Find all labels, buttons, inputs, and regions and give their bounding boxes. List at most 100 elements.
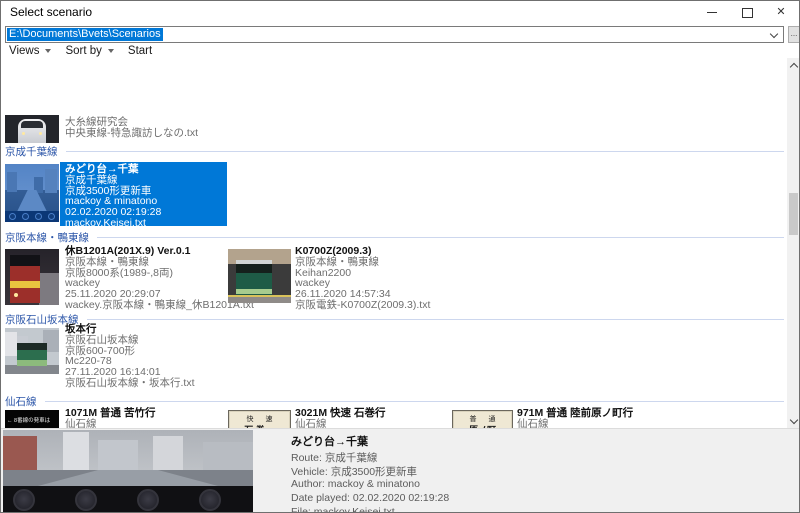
sort-by-label: Sort by <box>65 45 101 57</box>
chevron-up-icon <box>789 62 797 70</box>
titlebar[interactable]: Select scenario ✕ <box>1 1 799 24</box>
tram-body-art <box>17 350 47 360</box>
scenario-item-sakamoto[interactable]: 坂本行 京阪石山坂本線 京阪600-700形 Mc220-78 27.11.20… <box>65 324 195 389</box>
thumbnail-futsu-sign[interactable]: 普 通 陸前原ノ町ゆき 9・07発 <box>452 410 513 428</box>
address-input-value[interactable]: E:\Documents\Bvets\Scenarios <box>7 28 163 41</box>
thumbnail-oito-line[interactable] <box>5 115 59 143</box>
item-file: wackey.京阪本線・鴨東線_休B1201A.txt <box>65 300 254 311</box>
scrollbar-down-button[interactable] <box>787 413 800 428</box>
scenario-preview-image <box>3 430 253 513</box>
item-file: 京阪電鉄-K0700Z(2009.3).txt <box>295 300 430 311</box>
views-menu-button[interactable]: Views <box>9 45 51 57</box>
selection-tint-overlay <box>5 164 59 222</box>
maximize-button[interactable] <box>730 1 764 24</box>
headlight-art <box>14 293 18 297</box>
window-band-art <box>17 343 47 350</box>
building-art <box>63 432 89 470</box>
details-vehicle: Vehicle: 京成3500形更新車 <box>291 464 417 479</box>
browse-button[interactable]: ... <box>788 26 800 43</box>
group-label: 京成千葉線 <box>5 144 58 159</box>
scenario-item-keihan-k0700z[interactable]: K0700Z(2009.3) 京阪本線・鴨東線 Keihan2200 wacke… <box>295 246 430 311</box>
building-art <box>98 440 138 470</box>
details-title: みどり台→千葉 <box>291 433 368 449</box>
chevron-down-icon <box>789 415 797 423</box>
thumbnail-keisei-selected[interactable] <box>5 164 59 222</box>
gauge-icon <box>137 489 159 511</box>
gauge-icon <box>75 489 97 511</box>
window-band-art <box>236 264 272 273</box>
thumbnail-keihan-8000[interactable] <box>5 249 59 305</box>
details-date-played: Date played: 02.02.2020 02:19:28 <box>291 492 449 504</box>
green-stripe-art <box>236 289 272 294</box>
building-art <box>5 332 17 356</box>
group-header-senseki[interactable]: 仙石線 <box>5 394 784 408</box>
scenario-item-oito-partial[interactable]: 大糸線研究会 中央東線-特急諏訪しなの.txt <box>65 117 198 139</box>
minimize-button[interactable] <box>695 1 729 24</box>
group-rule <box>66 151 785 152</box>
platform-art <box>39 273 59 305</box>
led-line1: ← 8番線の発車は <box>7 416 50 424</box>
maximize-icon <box>742 8 753 18</box>
sign-type: 快 速 <box>234 414 290 424</box>
dropdown-arrow-icon <box>45 49 51 53</box>
gauge-icon <box>13 489 35 511</box>
views-label: Views <box>9 45 39 57</box>
item-route: 京成千葉線 <box>65 175 161 186</box>
scrollbar[interactable] <box>787 58 800 428</box>
select-scenario-window: Select scenario ✕ E:\Documents\Bvets\Sce… <box>0 0 800 513</box>
thumbnail-kaisoku-sign[interactable]: 快 速 石 巻ゆき 10・25発 <box>228 410 291 428</box>
scrollbar-thumb[interactable] <box>789 193 798 235</box>
yellow-stripe-art <box>10 281 40 288</box>
item-route: 京阪本線・鴨東線 <box>295 257 430 268</box>
item-route: 仙石線 <box>295 419 391 428</box>
item-route: 京阪本線・鴨東線 <box>65 257 254 268</box>
building-art <box>3 436 37 470</box>
item-route: 仙石線 <box>517 419 633 428</box>
details-route: Route: 京成千葉線 <box>291 450 377 465</box>
sign-type: 普 通 <box>458 414 512 424</box>
group-label: 京阪本線・鴨東線 <box>5 230 89 245</box>
scrollbar-up-button[interactable] <box>787 58 800 73</box>
scenario-item-senseki-1071m[interactable]: 1071M 普通 苦竹行 仙石線 103-NS410 仙ナセ 02.02.202… <box>65 408 161 428</box>
toolbar: Views Sort by Start <box>1 43 799 58</box>
group-rule <box>87 319 785 320</box>
thumbnail-keihan-2200[interactable] <box>228 249 291 303</box>
headlight-art <box>22 132 25 135</box>
windshield-art <box>21 121 43 128</box>
window-title: Select scenario <box>10 5 92 19</box>
road-art <box>5 365 59 374</box>
gauge-icon <box>199 489 221 511</box>
thumbnail-led-departure-board[interactable]: ← 8番線の発車は 普通10:36 苦 竹 <box>5 410 59 428</box>
building-art <box>153 436 183 470</box>
window-band-art <box>10 255 40 266</box>
thumbnail-sakamoto-tram[interactable] <box>5 328 59 374</box>
group-header-keihan-main[interactable]: 京阪本線・鴨東線 <box>5 230 784 244</box>
item-route: 仙石線 <box>65 419 161 428</box>
scenario-item-keisei-selected[interactable]: みどり台→千葉 京成千葉線 京成3500形更新車 mackoy & minato… <box>65 164 161 229</box>
item-route: 京阪石山坂本線 <box>65 335 195 346</box>
details-panel: みどり台→千葉 Route: 京成千葉線 Vehicle: 京成3500形更新車… <box>1 428 799 513</box>
group-rule <box>45 401 785 402</box>
start-button[interactable]: Start <box>128 45 152 57</box>
sort-by-menu-button[interactable]: Sort by <box>65 45 113 57</box>
item-file: mackoy.Keisei.txt <box>65 218 161 229</box>
item-file: 京阪石山坂本線・坂本行.txt <box>65 378 195 389</box>
address-combobox[interactable]: E:\Documents\Bvets\Scenarios <box>5 26 784 43</box>
chevron-down-icon[interactable] <box>770 30 778 38</box>
group-rule <box>97 237 784 238</box>
green-stripe-art <box>17 360 47 366</box>
scenario-item-keihan-b1201a[interactable]: 休B1201A(201X.9) Ver.0.1 京阪本線・鴨東線 京阪8000系… <box>65 246 254 311</box>
details-author: Author: mackoy & minatono <box>291 478 420 490</box>
tactile-line-art <box>228 295 291 297</box>
details-file: File: mackoy.Keisei.txt <box>291 506 395 513</box>
dropdown-arrow-icon <box>108 49 114 53</box>
minimize-icon <box>707 12 717 13</box>
group-header-keisei-chiba[interactable]: 京成千葉線 <box>5 144 784 158</box>
close-button[interactable]: ✕ <box>764 1 798 24</box>
scenario-item-senseki-971m[interactable]: 971M 普通 陸前原ノ町行 仙石線 JR 103 Series, SA1 仙ナ… <box>517 408 633 428</box>
item-file: 中央東線-特急諏訪しなの.txt <box>65 128 198 139</box>
headlight-art <box>39 132 42 135</box>
scenario-item-senseki-3021m[interactable]: 3021M 快速 石巻行 仙石線 103-NS410 仙ナセ 24.11.202… <box>295 408 391 428</box>
scenario-list[interactable]: 大糸線研究会 中央東線-特急諏訪しなの.txt 京成千葉線 みどり台→千葉 京成… <box>1 58 787 428</box>
group-label: 仙石線 <box>5 394 37 409</box>
